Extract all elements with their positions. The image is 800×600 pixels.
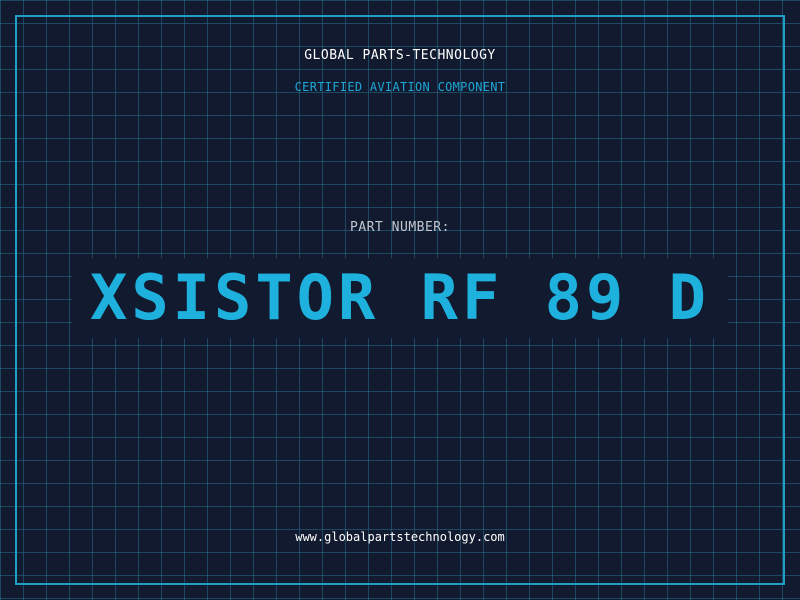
part-number-label: PART NUMBER:	[350, 220, 450, 235]
website-url: www.globalpartstechnology.com	[295, 530, 505, 544]
certification-label: CERTIFIED AVIATION COMPONENT	[294, 80, 506, 94]
company-name: GLOBAL PARTS-TECHNOLOGY	[304, 48, 496, 63]
part-number-value: XSISTOR RF 89 D	[72, 258, 728, 338]
part-number-container: XSISTOR RF 89 D	[0, 258, 800, 338]
